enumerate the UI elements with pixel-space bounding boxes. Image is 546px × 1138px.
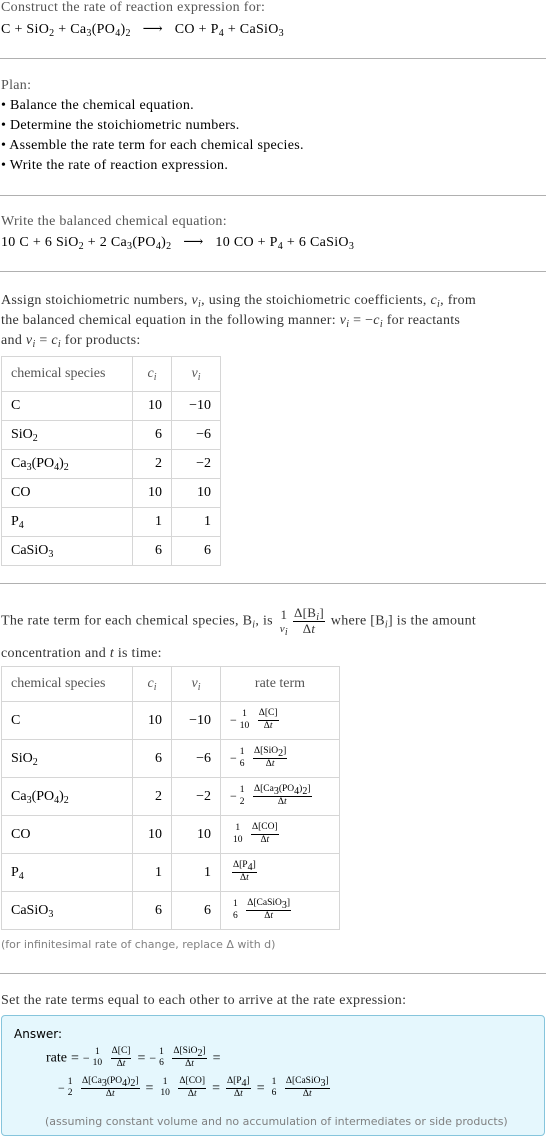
table-row: P4 1 1 [1,507,221,537]
table-row: SiO2 6 −6 [1,420,221,450]
rate-expression-line-2: −1 2 Δ[Ca3(PO4)2] Δt = 1 10 Δ[CO] Δt = Δ[P4] Δt = 1… [58,1076,330,1099]
answer-box: Answer: rate = −1 10 Δ[C] Δt = −1 6 Δ[SiO2] Δt = … [1,1015,545,1136]
table-row: C 10 −10 [1,391,221,421]
infinitesimal-note: (for infinitesimal rate of change, repla… [1,938,276,951]
plan-label: Plan: [1,78,32,93]
divider [0,195,546,196]
plan-step: • Balance the chemical equation. [1,98,194,113]
table-row: C 10 −10 −1 10 Δ[C] Δt [1,701,340,740]
divider [0,973,546,974]
stoich-text: Assign stoichiometric numbers, νi, using… [1,293,477,310]
balanced-equation: 10 C + 6 SiO2 + 2 Ca3(PO4)2 ⟶ 10 CO + P4… [1,235,355,252]
rate-term-table: chemical species ci νi rate term C 10 −10 … [1,666,340,930]
intro-label: Construct the rate of reaction expressio… [1,0,266,15]
table-header-row: chemical species ci νi rate term [1,666,340,702]
table-row: SiO2 6 −6 −1 6 Δ[SiO2] Δt [1,739,340,778]
table-header-row: chemical species ci νi [1,356,221,392]
balanced-label: Write the balanced chemical equation: [1,214,227,229]
answer-label: Answer: [14,1027,63,1041]
unbalanced-equation: C + SiO2 + Ca3(PO4)2 ⟶ CO + P4 + CaSiO3 [1,22,284,39]
divider [0,271,546,272]
table-row: CO 10 10 1 10 Δ[CO] Δt [1,815,340,854]
final-label: Set the rate terms equal to each other t… [1,993,407,1008]
table-row: Ca3(PO4)2 2 −2 [1,449,221,479]
plan-step: • Write the rate of reaction expression. [1,158,229,173]
divider [0,58,546,59]
table-row: CaSiO3 6 6 16 Δ[CaSiO3] Δt [1,891,340,930]
table-row: CaSiO3 6 6 [1,536,221,566]
plan-step: • Assemble the rate term for each chemic… [1,138,304,153]
rateterm-text: The rate term for each chemical species,… [1,605,477,638]
divider [0,583,546,584]
table-row: CO 10 10 [1,478,221,508]
table-row: P4 1 1 Δ[P4] Δt [1,853,340,892]
rate-definition-fraction: 1 νi [279,606,288,638]
plan-step: • Determine the stoichiometric numbers. [1,118,240,133]
reaction-arrow: ⟶ [142,22,163,37]
rate-expression-line-1: rate = −1 10 Δ[C] Δt = −1 6 Δ[SiO2] Δt = [46,1046,221,1069]
assumption-note: (assuming constant volume and no accumul… [45,1115,508,1128]
stoich-table: chemical species ci νi C 10 −10 SiO2 6 −6 Ca… [1,356,221,566]
species-c: C [1,22,11,37]
table-row: Ca3(PO4)2 2 −2 −1 2 Δ[Ca3(PO4)2] Δt [1,777,340,816]
